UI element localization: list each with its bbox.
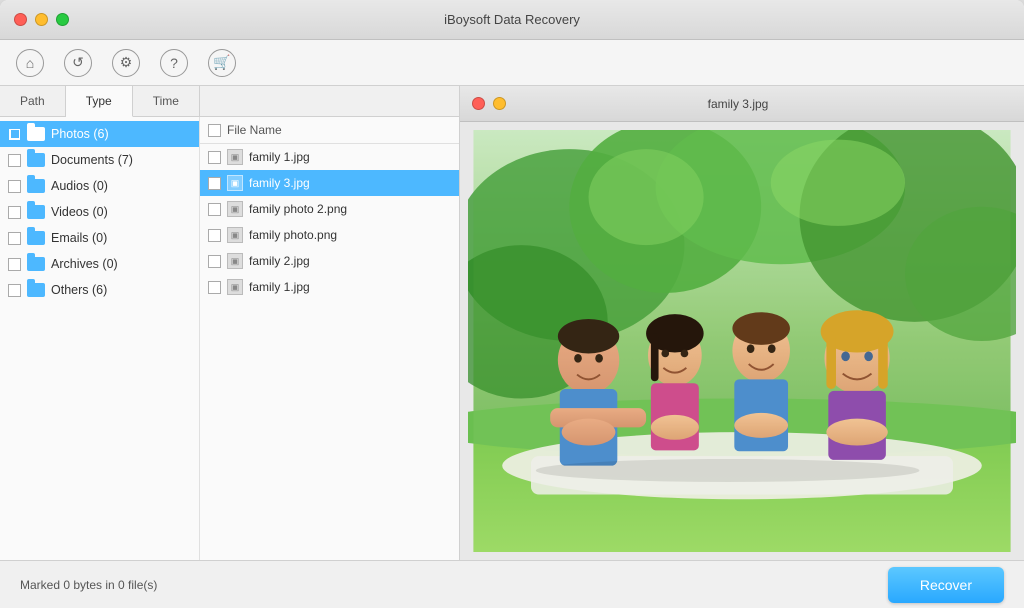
file-checkbox-1[interactable] bbox=[208, 177, 221, 190]
category-documents[interactable]: Documents (7) bbox=[0, 147, 199, 173]
tab-time[interactable]: Time bbox=[133, 86, 200, 116]
window-controls bbox=[14, 13, 69, 26]
archives-folder-icon bbox=[27, 257, 45, 271]
category-audios-label: Audios (0) bbox=[51, 179, 108, 193]
file-name-2: family photo 2.png bbox=[249, 202, 347, 216]
cart-icon[interactable]: 🛒 bbox=[208, 49, 236, 77]
preview-image bbox=[468, 130, 1016, 552]
file-checkbox-3[interactable] bbox=[208, 229, 221, 242]
file-item-4[interactable]: ▣ family 2.jpg bbox=[200, 248, 459, 274]
videos-folder-icon bbox=[27, 205, 45, 219]
file-name-5: family 1.jpg bbox=[249, 280, 310, 294]
others-folder-icon bbox=[27, 283, 45, 297]
file-item-2[interactable]: ▣ family photo 2.png bbox=[200, 196, 459, 222]
category-audios[interactable]: Audios (0) bbox=[0, 173, 199, 199]
file-thumb-4: ▣ bbox=[227, 253, 243, 269]
home-icon[interactable]: ⌂ bbox=[16, 49, 44, 77]
preview-title: family 3.jpg bbox=[514, 97, 962, 111]
tab-path[interactable]: Path bbox=[0, 86, 66, 116]
tab-type[interactable]: Type bbox=[66, 86, 133, 117]
file-item-0[interactable]: ▣ family 1.jpg bbox=[200, 144, 459, 170]
file-name-1: family 3.jpg bbox=[249, 176, 310, 190]
main-window: iBoysoft Data Recovery ⌂ ↺ ⚙ ? 🛒 Path Ty… bbox=[0, 0, 1024, 608]
file-thumb-5: ▣ bbox=[227, 279, 243, 295]
documents-folder-icon bbox=[27, 153, 45, 167]
file-checkbox-5[interactable] bbox=[208, 281, 221, 294]
file-name-0: family 1.jpg bbox=[249, 150, 310, 164]
maximize-button[interactable] bbox=[56, 13, 69, 26]
file-list: File Name ▣ family 1.jpg ▣ family 3.jpg bbox=[200, 117, 459, 560]
category-photos[interactable]: Photos (6) bbox=[0, 121, 199, 147]
file-checkbox-4[interactable] bbox=[208, 255, 221, 268]
preview-image-container bbox=[460, 122, 1024, 560]
toolbar: ⌂ ↺ ⚙ ? 🛒 bbox=[0, 40, 1024, 86]
file-item-5[interactable]: ▣ family 1.jpg bbox=[200, 274, 459, 300]
audios-folder-icon bbox=[27, 179, 45, 193]
recover-button[interactable]: Recover bbox=[888, 567, 1004, 603]
preview-titlebar: family 3.jpg bbox=[460, 86, 1024, 122]
file-thumb-1: ▣ bbox=[227, 175, 243, 191]
settings-icon[interactable]: ⚙ bbox=[112, 49, 140, 77]
category-videos[interactable]: Videos (0) bbox=[0, 199, 199, 225]
file-item-3[interactable]: ▣ family photo.png bbox=[200, 222, 459, 248]
status-bar: Marked 0 bytes in 0 file(s) Recover bbox=[0, 560, 1024, 608]
main-content: Path Type Time Photos (6) Docume bbox=[0, 86, 1024, 560]
category-archives[interactable]: Archives (0) bbox=[0, 251, 199, 277]
file-list-header-label: File Name bbox=[227, 123, 282, 137]
titlebar: iBoysoft Data Recovery bbox=[0, 0, 1024, 40]
close-button[interactable] bbox=[14, 13, 27, 26]
videos-checkbox[interactable] bbox=[8, 206, 21, 219]
file-item-1[interactable]: ▣ family 3.jpg bbox=[200, 170, 459, 196]
select-all-checkbox[interactable] bbox=[208, 124, 221, 137]
tab-bar: Path Type Time bbox=[0, 86, 459, 117]
preview-panel: family 3.jpg bbox=[460, 86, 1024, 560]
category-emails[interactable]: Emails (0) bbox=[0, 225, 199, 251]
minimize-button[interactable] bbox=[35, 13, 48, 26]
category-photos-label: Photos (6) bbox=[51, 127, 109, 141]
category-documents-label: Documents (7) bbox=[51, 153, 133, 167]
documents-checkbox[interactable] bbox=[8, 154, 21, 167]
category-others-label: Others (6) bbox=[51, 283, 107, 297]
photos-folder-icon bbox=[27, 127, 45, 141]
status-text: Marked 0 bytes in 0 file(s) bbox=[20, 578, 157, 592]
file-thumb-3: ▣ bbox=[227, 227, 243, 243]
file-thumb-2: ▣ bbox=[227, 201, 243, 217]
left-panel: Path Type Time Photos (6) Docume bbox=[0, 86, 460, 560]
category-emails-label: Emails (0) bbox=[51, 231, 107, 245]
photos-checkbox[interactable] bbox=[8, 128, 21, 141]
file-checkbox-0[interactable] bbox=[208, 151, 221, 164]
category-videos-label: Videos (0) bbox=[51, 205, 108, 219]
emails-checkbox[interactable] bbox=[8, 232, 21, 245]
file-list-header: File Name bbox=[200, 117, 459, 144]
back-icon[interactable]: ↺ bbox=[64, 49, 92, 77]
file-name-3: family photo.png bbox=[249, 228, 337, 242]
category-tree: Photos (6) Documents (7) Audios (0) bbox=[0, 117, 200, 560]
others-checkbox[interactable] bbox=[8, 284, 21, 297]
category-others[interactable]: Others (6) bbox=[0, 277, 199, 303]
file-checkbox-2[interactable] bbox=[208, 203, 221, 216]
archives-checkbox[interactable] bbox=[8, 258, 21, 271]
left-split: Photos (6) Documents (7) Audios (0) bbox=[0, 117, 459, 560]
file-thumb-0: ▣ bbox=[227, 149, 243, 165]
preview-close-button[interactable] bbox=[472, 97, 485, 110]
window-title: iBoysoft Data Recovery bbox=[444, 12, 580, 27]
help-icon[interactable]: ? bbox=[160, 49, 188, 77]
category-archives-label: Archives (0) bbox=[51, 257, 118, 271]
file-name-4: family 2.jpg bbox=[249, 254, 310, 268]
audios-checkbox[interactable] bbox=[8, 180, 21, 193]
preview-minimize-button[interactable] bbox=[493, 97, 506, 110]
emails-folder-icon bbox=[27, 231, 45, 245]
